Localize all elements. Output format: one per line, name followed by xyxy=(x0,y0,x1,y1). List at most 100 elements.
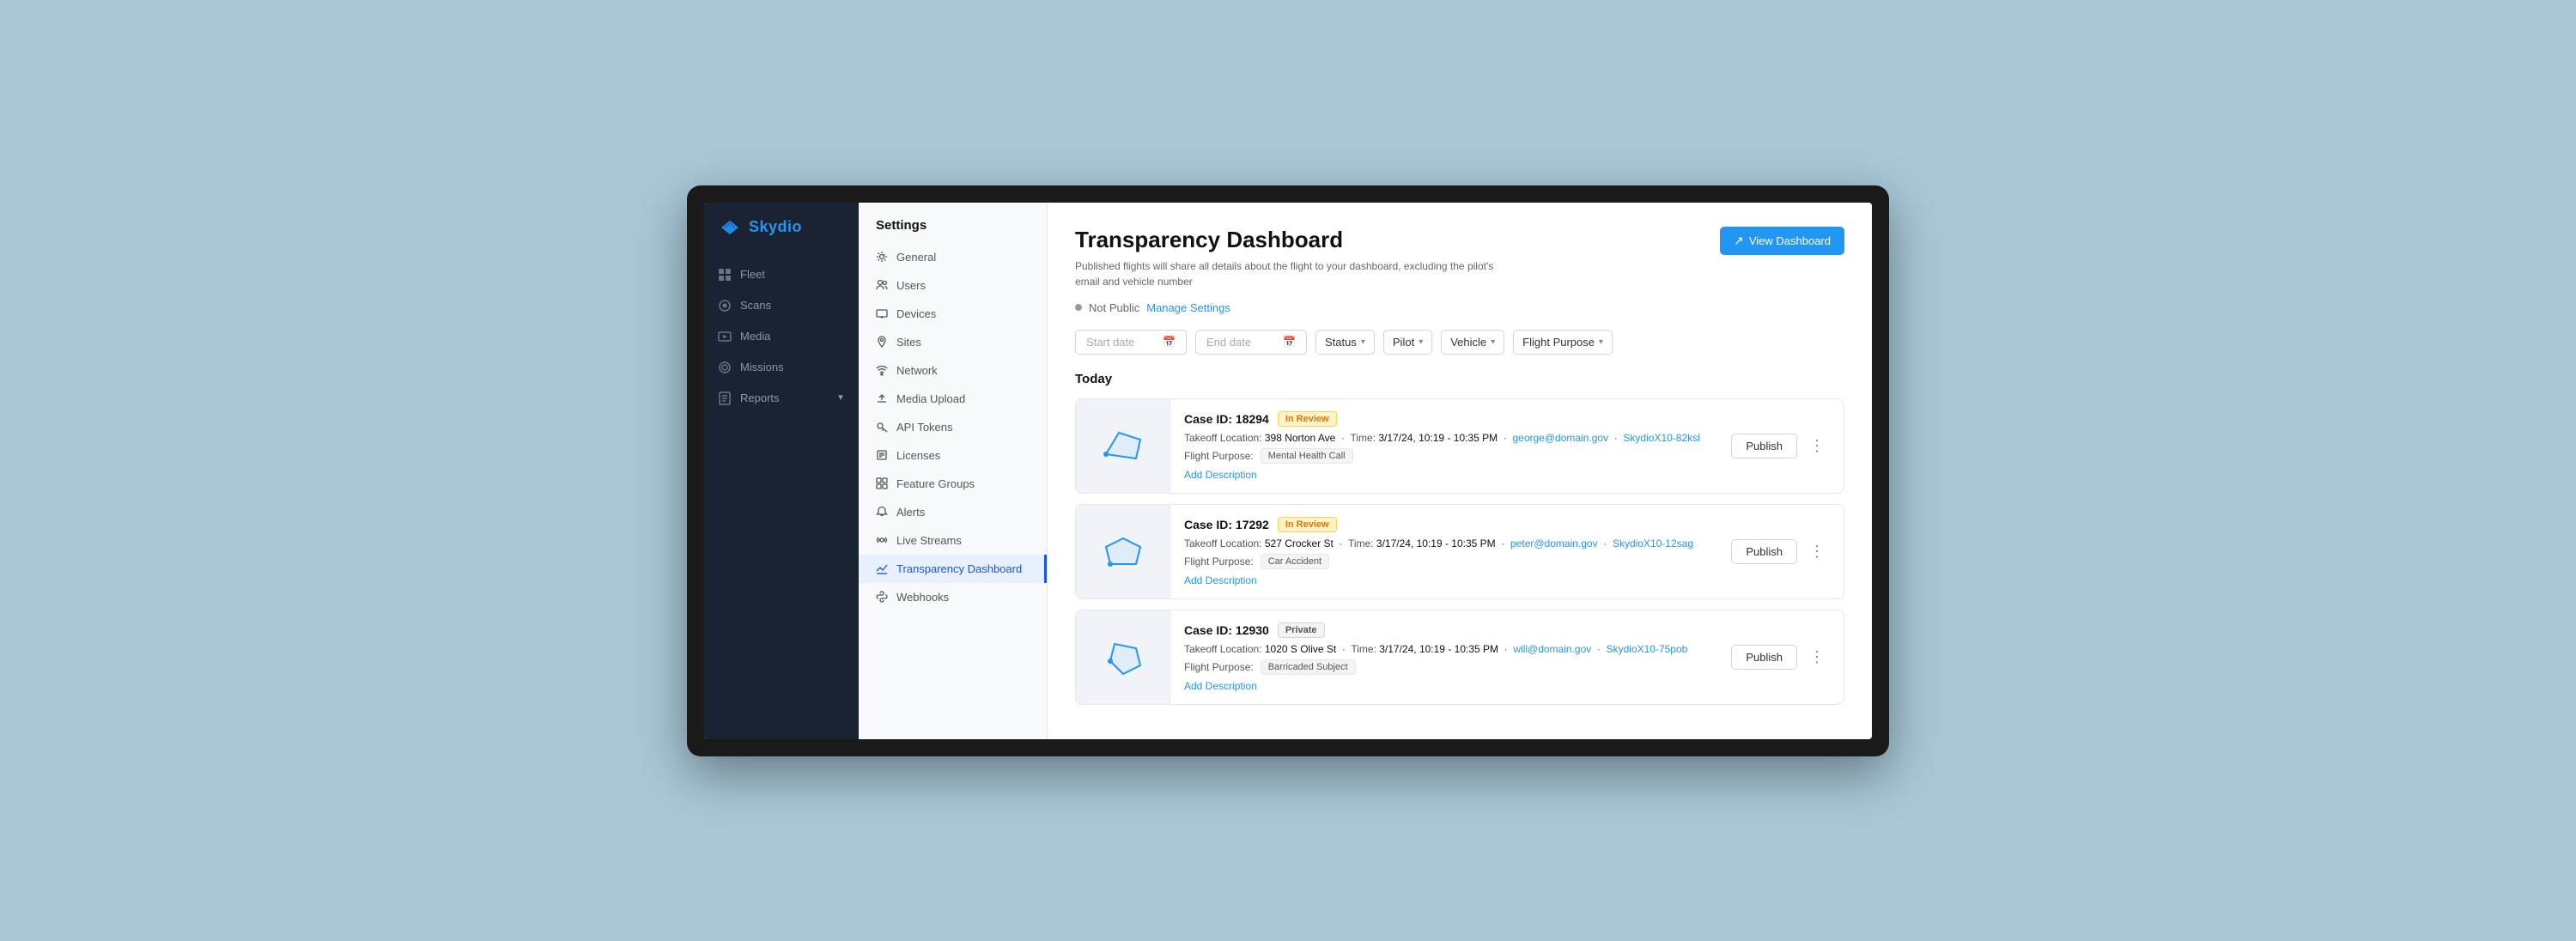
flight-header-12930: Case ID: 12930 Private xyxy=(1184,622,1704,638)
flight-path-17292 xyxy=(1093,521,1153,581)
publish-button-17292[interactable]: Publish xyxy=(1731,539,1797,564)
alerts-label: Alerts xyxy=(896,506,925,519)
logo-area: Skydio xyxy=(704,203,859,252)
flight-purpose-filter-label: Flight Purpose xyxy=(1522,336,1595,349)
external-link-icon: ↗ xyxy=(1734,234,1744,248)
fleet-label: Fleet xyxy=(740,268,765,281)
flight-map-12930 xyxy=(1076,610,1170,704)
bell-icon xyxy=(876,506,888,518)
dashboard-icon xyxy=(876,562,888,574)
main-content: Transparency Dashboard Published flights… xyxy=(1048,203,1872,739)
reports-icon xyxy=(718,392,732,405)
sidebar-item-missions[interactable]: Missions xyxy=(704,352,859,383)
sidebar-item-reports[interactable]: Reports ▼ xyxy=(704,383,859,414)
webhooks-label: Webhooks xyxy=(896,591,949,604)
flight-actions-12930: Publish ⋮ xyxy=(1717,610,1844,704)
more-menu-button-12930[interactable]: ⋮ xyxy=(1804,645,1830,670)
flight-actions-17292: Publish ⋮ xyxy=(1717,505,1844,598)
settings-item-devices[interactable]: Devices xyxy=(859,300,1047,328)
vehicle-filter[interactable]: Vehicle ▾ xyxy=(1441,330,1504,355)
flight-card-12930: Case ID: 12930 Private Takeoff Location:… xyxy=(1075,610,1844,705)
stream-icon xyxy=(876,534,888,546)
takeoff-location-17292: 527 Crocker St xyxy=(1265,537,1334,549)
sidebar-item-media[interactable]: Media xyxy=(704,321,859,352)
users-icon xyxy=(876,279,888,291)
settings-item-media-upload[interactable]: Media Upload xyxy=(859,385,1047,413)
purpose-badge-17292: Car Accident xyxy=(1261,554,1329,569)
flight-purpose-filter[interactable]: Flight Purpose ▾ xyxy=(1513,330,1613,355)
media-upload-label: Media Upload xyxy=(896,392,965,405)
grid-icon xyxy=(718,268,732,282)
missions-label: Missions xyxy=(740,361,784,373)
reports-expand-icon: ▼ xyxy=(836,393,845,403)
wifi-icon xyxy=(876,364,888,376)
more-menu-button-17292[interactable]: ⋮ xyxy=(1804,539,1830,564)
transparency-dashboard-label: Transparency Dashboard xyxy=(896,562,1022,575)
sites-label: Sites xyxy=(896,336,921,349)
flight-path-18294 xyxy=(1093,416,1153,476)
page-title: Transparency Dashboard xyxy=(1075,227,1504,253)
settings-item-alerts[interactable]: Alerts xyxy=(859,498,1047,526)
purpose-badge-18294: Mental Health Call xyxy=(1261,448,1353,464)
status-filter[interactable]: Status ▾ xyxy=(1315,330,1375,355)
flight-meta-17292: Takeoff Location: 527 Crocker St · Time:… xyxy=(1184,537,1704,549)
general-label: General xyxy=(896,251,936,264)
flight-meta-18294: Takeoff Location: 398 Norton Ave · Time:… xyxy=(1184,432,1704,444)
today-section-label: Today xyxy=(1075,372,1844,386)
start-date-input[interactable]: Start date 📅 xyxy=(1075,330,1187,355)
add-description-12930[interactable]: Add Description xyxy=(1184,680,1704,692)
settings-item-live-streams[interactable]: Live Streams xyxy=(859,526,1047,555)
page-subtitle: Published flights will share all details… xyxy=(1075,258,1504,289)
flight-purpose-row-18294: Flight Purpose: Mental Health Call xyxy=(1184,448,1704,464)
manage-settings-link[interactable]: Manage Settings xyxy=(1146,301,1230,314)
flight-card-17292: Case ID: 17292 In Review Takeoff Locatio… xyxy=(1075,504,1844,599)
view-dashboard-button[interactable]: ↗ View Dashboard xyxy=(1720,227,1844,255)
publish-button-18294[interactable]: Publish xyxy=(1731,434,1797,458)
pilot-email-12930[interactable]: will@domain.gov xyxy=(1513,643,1591,655)
vehicle-17292[interactable]: SkydioX10-12sag xyxy=(1613,537,1693,549)
settings-item-general[interactable]: General xyxy=(859,243,1047,271)
status-badge-17292: In Review xyxy=(1278,517,1337,532)
webhook-icon xyxy=(876,591,888,603)
sidebar-item-scans[interactable]: Scans xyxy=(704,290,859,321)
flight-card-18294: Case ID: 18294 In Review Takeoff Locatio… xyxy=(1075,398,1844,494)
calendar-icon-2: 📅 xyxy=(1283,336,1296,348)
flight-path-12930 xyxy=(1093,627,1153,687)
app-name: Skydio xyxy=(749,218,802,236)
more-menu-button-18294[interactable]: ⋮ xyxy=(1804,434,1830,458)
time-12930: 3/17/24, 10:19 - 10:35 PM xyxy=(1379,643,1498,655)
network-label: Network xyxy=(896,364,938,377)
pilot-email-17292[interactable]: peter@domain.gov xyxy=(1510,537,1598,549)
settings-item-network[interactable]: Network xyxy=(859,356,1047,385)
settings-item-sites[interactable]: Sites xyxy=(859,328,1047,356)
add-description-17292[interactable]: Add Description xyxy=(1184,574,1704,586)
case-id-12930: Case ID: 12930 xyxy=(1184,623,1269,637)
feature-groups-label: Feature Groups xyxy=(896,477,975,490)
flight-map-18294 xyxy=(1076,399,1170,493)
flight-purpose-label-12930: Flight Purpose: xyxy=(1184,661,1254,673)
settings-item-webhooks[interactable]: Webhooks xyxy=(859,583,1047,611)
settings-item-transparency-dashboard[interactable]: Transparency Dashboard xyxy=(859,555,1047,583)
publish-button-12930[interactable]: Publish xyxy=(1731,645,1797,670)
pilot-filter[interactable]: Pilot ▾ xyxy=(1383,330,1432,355)
settings-item-api-tokens[interactable]: API Tokens xyxy=(859,413,1047,441)
add-description-18294[interactable]: Add Description xyxy=(1184,469,1704,481)
settings-item-feature-groups[interactable]: Feature Groups xyxy=(859,470,1047,498)
settings-item-licenses[interactable]: Licenses xyxy=(859,441,1047,470)
status-row: Not Public Manage Settings xyxy=(1075,301,1844,314)
reports-label: Reports xyxy=(740,392,780,404)
skydio-logo-icon xyxy=(718,218,742,237)
scan-icon xyxy=(718,299,732,313)
end-date-input[interactable]: End date 📅 xyxy=(1195,330,1307,355)
location-icon xyxy=(876,336,888,348)
settings-item-users[interactable]: Users xyxy=(859,271,1047,300)
pilot-email-18294[interactable]: george@domain.gov xyxy=(1512,432,1608,444)
status-badge-12930: Private xyxy=(1278,622,1325,638)
sidebar-item-fleet[interactable]: Fleet xyxy=(704,259,859,290)
vehicle-18294[interactable]: SkydioX10-82ksl xyxy=(1623,432,1699,444)
vehicle-12930[interactable]: SkydioX10-75pob xyxy=(1607,643,1688,655)
end-date-placeholder: End date xyxy=(1206,336,1251,349)
api-tokens-label: API Tokens xyxy=(896,421,953,434)
page-title-area: Transparency Dashboard Published flights… xyxy=(1075,227,1504,289)
users-label: Users xyxy=(896,279,926,292)
